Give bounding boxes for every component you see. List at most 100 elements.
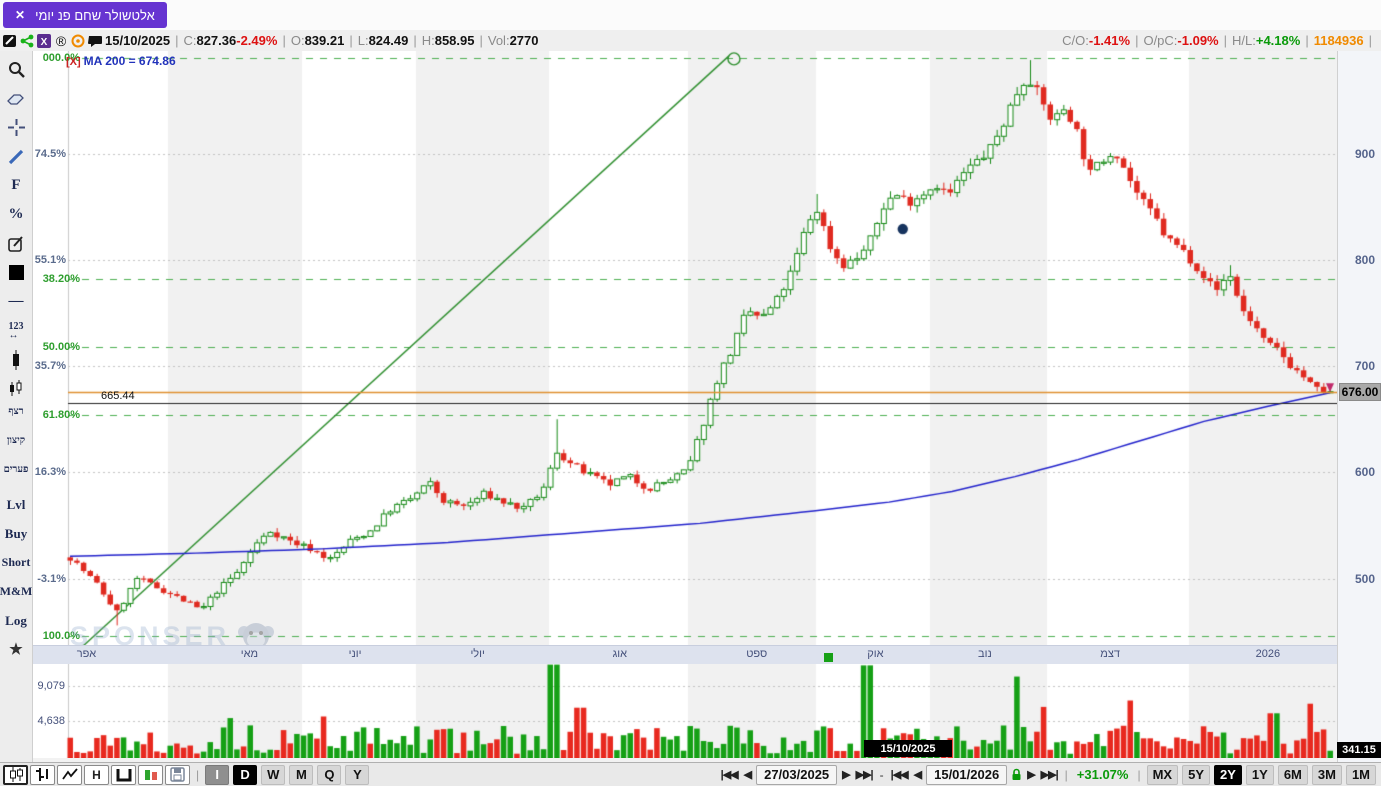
ohlc-bars-button[interactable] (30, 764, 55, 785)
range-start-date[interactable]: 27/03/2025 (756, 764, 838, 785)
range-navigation: |◀◀ ◀ 27/03/2025 ▶ ▶▶| - |◀◀ ◀ 15/01/202… (718, 764, 1378, 785)
sidebar-tool-buy[interactable]: Buy (1, 519, 31, 548)
sidebar-tool-short[interactable]: Short (1, 548, 31, 577)
quote-left-fields: 15/10/2025 | C: 827.36 -2.49% | O: 839.21 | L:… (105, 33, 539, 48)
sidebar-tool-kitzon[interactable]: קיצון (1, 432, 31, 461)
sidebar-tool-pearim[interactable]: פערים (1, 461, 31, 490)
tool-label: Short (1, 555, 31, 569)
draw-icon[interactable] (2, 33, 18, 49)
sidebar-tool-ratzef[interactable]: רצף (1, 403, 31, 432)
registered-icon[interactable]: ® (53, 33, 69, 49)
range-end-date[interactable]: 15/01/2026 (926, 764, 1008, 785)
tool-label: 123 ↔ (8, 320, 24, 341)
price-tick: 700 (1354, 359, 1375, 374)
nav-end-icon[interactable]: ▶▶| (856, 768, 874, 781)
chart-tab[interactable]: ✕ אלטשולר שחם פנ יומי (3, 2, 167, 28)
sidebar-tool-mm[interactable]: M&M (0, 577, 32, 606)
period-button-M[interactable]: M (289, 764, 314, 785)
sidebar-tool-measure-tool[interactable]: 123 ↔ (1, 316, 31, 345)
heikin-ashi-button[interactable]: H (84, 764, 109, 785)
range-button-6M[interactable]: 6M (1277, 764, 1308, 785)
price-chart-canvas[interactable] (33, 51, 1337, 646)
tool-label: ★ (9, 642, 23, 658)
share-icon[interactable] (19, 33, 35, 49)
sidebar-tool-crosshair[interactable] (1, 113, 31, 142)
save-layout-button[interactable] (165, 764, 190, 785)
sidebar-tool-search[interactable] (1, 55, 31, 84)
sidebar-tool-trendline-tool[interactable] (1, 142, 31, 171)
volume-bars-button[interactable] (138, 764, 163, 785)
line-icon (8, 149, 24, 165)
nav2-start-icon[interactable]: |◀◀ (891, 768, 909, 781)
lock-icon[interactable] (1011, 768, 1022, 781)
month-label: דצמ (1100, 648, 1120, 660)
quote-value: 827.36 (196, 33, 237, 48)
price-tick: 600 (1354, 465, 1375, 480)
tool-label: פערים (3, 464, 29, 475)
target-icon[interactable] (70, 33, 86, 49)
sidebar-tool-eraser[interactable] (1, 84, 31, 113)
price-axis[interactable]: 900 800 700 600 500 676.00 (1337, 51, 1381, 762)
tool-label: רצף (8, 406, 24, 417)
last-price-badge: 676.00 (1339, 382, 1381, 401)
sidebar-tool-color-swatch[interactable] (1, 258, 31, 287)
tool-label: Buy (4, 525, 28, 541)
excel-icon[interactable]: X (36, 33, 52, 49)
period-buttons: IDWMQY (203, 764, 371, 785)
level-price-label: 665.44 (101, 389, 135, 402)
price-tick: 500 (1354, 571, 1375, 586)
date-axis[interactable]: אפר מאי יוני יולי אוג ספט אוק נוב דצמ 2026 (33, 645, 1337, 664)
tab-close-icon[interactable]: ✕ (15, 8, 25, 22)
bracket-chart-button[interactable] (111, 764, 136, 785)
tool-label: % (8, 206, 24, 222)
quote-value: 858.95 (434, 33, 475, 48)
line-chart-button[interactable] (57, 764, 82, 785)
sidebar-tool-candle-style[interactable] (1, 374, 31, 403)
month-label: נוב (978, 648, 992, 660)
tab-bar: ✕ אלטשולר שחם פנ יומי (0, 0, 1381, 31)
range-button-MX[interactable]: MX (1146, 764, 1179, 785)
separator: | (196, 767, 200, 782)
nav-start-icon[interactable]: |◀◀ (721, 768, 739, 781)
crosshair-date-tooltip: 15/10/2025 (864, 740, 952, 757)
comment-icon[interactable] (87, 33, 103, 49)
quote-date: 15/10/2025 (105, 33, 171, 48)
nav2-fwd-icon[interactable]: ▶ (1027, 768, 1036, 781)
sidebar-tool-percent-tool[interactable]: % (1, 200, 31, 229)
range-button-1Y[interactable]: 1Y (1245, 764, 1274, 785)
sidebar-tool-log[interactable]: Log (1, 606, 31, 635)
period-button-W[interactable]: W (261, 764, 286, 785)
month-label: יוני (348, 648, 362, 660)
volume-chart-canvas[interactable] (33, 663, 1337, 758)
separator: | (1064, 767, 1068, 782)
tool-label: קיצון (6, 435, 26, 446)
nav-fwd-icon[interactable]: ▶ (842, 768, 851, 781)
sidebar-tool-bar-style[interactable] (1, 345, 31, 374)
quote-value: 839.21 (304, 33, 345, 48)
range-button-3M[interactable]: 3M (1311, 764, 1342, 785)
quote-bar: X ® 15/10/2025 | C: 827.36 -2.49% | O: 839.2… (0, 30, 1381, 52)
month-label: ספט (746, 648, 768, 660)
candlestick-chart-button[interactable] (3, 764, 28, 785)
range-button-5Y[interactable]: 5Y (1182, 764, 1210, 785)
period-button-Y[interactable]: Y (345, 764, 370, 785)
nav-back-icon[interactable]: ◀ (744, 768, 753, 781)
event-marker[interactable] (824, 653, 833, 662)
sidebar-tool-annotate-tool[interactable] (1, 229, 31, 258)
ma-remove-button[interactable]: [X] (66, 56, 81, 68)
sidebar-tool-horizontal-line-tool[interactable]: — (1, 287, 31, 316)
sidebar-tool-fibonacci-tool[interactable]: F (1, 171, 31, 200)
tool-label: F (11, 177, 21, 193)
price-tick: 900 (1354, 146, 1375, 161)
month-label: מאי (240, 648, 259, 660)
range-button-1M[interactable]: 1M (1345, 764, 1376, 785)
quote-stat: -1.41% (1088, 33, 1131, 48)
nav2-end-icon[interactable]: ▶▶| (1041, 768, 1059, 781)
period-button-I[interactable]: I (205, 764, 230, 785)
sidebar-tool-favorite[interactable]: ★ (1, 635, 31, 664)
period-button-Q[interactable]: Q (317, 764, 342, 785)
period-button-D[interactable]: D (233, 764, 258, 785)
nav2-back-icon[interactable]: ◀ (914, 768, 923, 781)
range-button-2Y[interactable]: 2Y (1214, 764, 1242, 785)
sidebar-tool-level[interactable]: Lvl (1, 490, 31, 519)
